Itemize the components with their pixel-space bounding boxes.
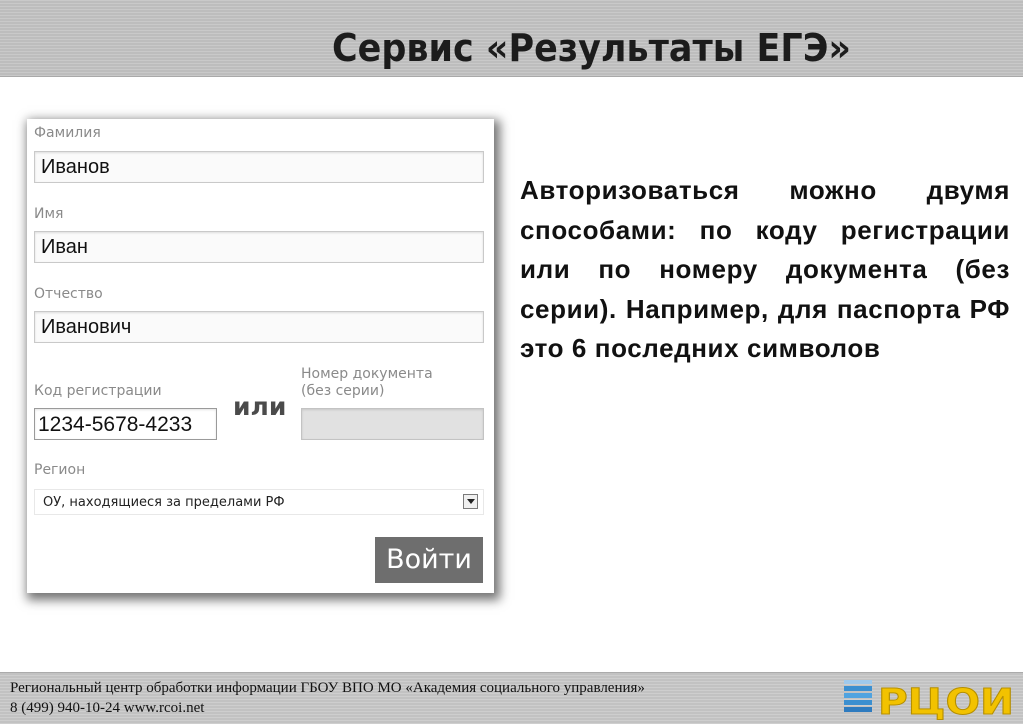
auth-description: Авторизоваться можно двумя способами: по… xyxy=(520,175,1010,363)
doc-number-label-line1: Номер документа xyxy=(301,366,433,382)
region-label: Регион xyxy=(34,462,86,478)
login-form-card xyxy=(27,119,494,593)
patronymic-label: Отчество xyxy=(34,286,103,302)
reg-code-input[interactable]: 1234-5678-4233 xyxy=(34,408,217,440)
name-input[interactable]: Иван xyxy=(34,231,484,263)
footer-contacts: 8 (499) 940-10-24 www.rcoi.net xyxy=(10,700,205,716)
surname-label: Фамилия xyxy=(34,125,101,141)
or-separator: или xyxy=(233,392,287,421)
reg-code-label: Код регистрации xyxy=(34,383,162,399)
login-button[interactable]: Войти xyxy=(375,537,483,583)
doc-number-input[interactable] xyxy=(301,408,484,440)
region-select[interactable]: ОУ, находящиеся за пределами РФ xyxy=(34,489,484,515)
rcoi-logo: РЦОИ xyxy=(844,680,1015,720)
surname-input[interactable]: Иванов xyxy=(34,151,484,183)
region-selected-value: ОУ, находящиеся за пределами РФ xyxy=(43,495,285,510)
logo-text: РЦОИ xyxy=(878,682,1014,720)
patronymic-input[interactable]: Иванович xyxy=(34,311,484,343)
book-stack-icon xyxy=(844,680,872,712)
page-title: Сервис «Результаты ЕГЭ» xyxy=(332,26,851,70)
header-band: Сервис «Результаты ЕГЭ» xyxy=(0,0,1023,77)
footer-org-name: Региональный центр обработки информации … xyxy=(10,680,645,696)
name-label: Имя xyxy=(34,206,64,222)
dropdown-arrow-icon[interactable] xyxy=(463,494,478,509)
doc-number-label-line2: (без серии) xyxy=(301,383,385,399)
